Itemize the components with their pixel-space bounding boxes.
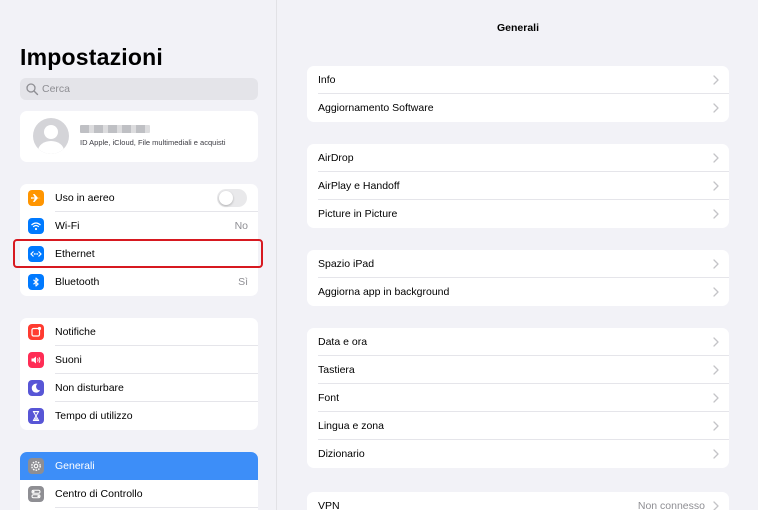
account-subtitle: ID Apple, iCloud, File multimediali e ac… <box>80 138 226 147</box>
chevron-right-icon <box>713 209 719 219</box>
chevron-right-icon <box>713 365 719 375</box>
settings-row-dizionario[interactable]: Dizionario <box>307 440 729 468</box>
account-name-redacted <box>80 125 150 133</box>
sidebar-item-do-not-disturb[interactable]: Non disturbare <box>20 374 258 402</box>
settings-row-label: Aggiornamento Software <box>318 102 434 114</box>
settings-row-label: AirPlay e Handoff <box>318 180 400 192</box>
chevron-right-icon <box>713 181 719 191</box>
settings-row-aggiornamento-software[interactable]: Aggiornamento Software <box>307 94 729 122</box>
search-icon <box>26 83 39 96</box>
settings-row-label: AirDrop <box>318 152 354 164</box>
general-group: Generali Centro di Controllo <box>20 452 258 510</box>
sidebar-item-label: Tempo di utilizzo <box>55 410 133 422</box>
sidebar-item-wifi[interactable]: Wi-Fi No <box>20 212 258 240</box>
wifi-status: No <box>234 220 248 232</box>
page-title: Impostazioni <box>20 44 163 70</box>
settings-row-lingua-e-zona[interactable]: Lingua e zona <box>307 412 729 440</box>
gear-icon <box>28 458 44 474</box>
settings-row-label: Dizionario <box>318 448 365 460</box>
chevron-right-icon <box>713 287 719 297</box>
settings-row-value: Non connesso <box>637 500 705 510</box>
settings-group: Spazio iPad Aggiorna app in background <box>307 250 729 306</box>
sidebar-item-general[interactable]: Generali <box>20 452 258 480</box>
divider <box>55 507 258 508</box>
settings-row-font[interactable]: Font <box>307 384 729 412</box>
sidebar-item-sounds[interactable]: Suoni <box>20 346 258 374</box>
settings-row-label: Aggiorna app in background <box>318 286 450 298</box>
chevron-right-icon <box>713 153 719 163</box>
chevron-right-icon <box>713 103 719 113</box>
person-icon <box>38 125 64 154</box>
notifications-icon <box>28 324 44 340</box>
sidebar-item-notifications[interactable]: Notifiche <box>20 318 258 346</box>
wifi-icon <box>28 218 44 234</box>
apple-id-card[interactable]: ID Apple, iCloud, File multimediali e ac… <box>20 111 258 162</box>
sidebar-item-screen-time[interactable]: Tempo di utilizzo <box>20 402 258 430</box>
search-input[interactable]: Cerca <box>20 78 258 100</box>
settings-row-airdrop[interactable]: AirDrop <box>307 144 729 172</box>
bluetooth-icon <box>28 274 44 290</box>
chevron-right-icon <box>713 259 719 269</box>
ethernet-highlight-box <box>13 239 263 268</box>
detail-title: Generali <box>496 22 540 34</box>
chevron-right-icon <box>713 449 719 459</box>
settings-row-vpn[interactable]: VPN Non connesso <box>307 492 729 510</box>
sidebar-item-label: Uso in aereo <box>55 192 115 204</box>
chevron-right-icon <box>713 393 719 403</box>
sidebar-item-label: Wi-Fi <box>55 220 80 232</box>
settings-row-picture-in-picture[interactable]: Picture in Picture <box>307 200 729 228</box>
settings-row-tastiera[interactable]: Tastiera <box>307 356 729 384</box>
sidebar-item-label: Bluetooth <box>55 276 100 288</box>
sidebar-item-label: Centro di Controllo <box>55 488 143 500</box>
sound-icon <box>28 352 44 368</box>
sidebar-item-label: Non disturbare <box>55 382 124 394</box>
sidebar: Impostazioni Cerca ID Apple, iCloud, Fil… <box>0 0 276 510</box>
settings-group: AirDrop AirPlay e Handoff Picture in Pictu… <box>307 144 729 228</box>
chevron-right-icon <box>713 501 719 510</box>
settings-row-airplay-e-handoff[interactable]: AirPlay e Handoff <box>307 172 729 200</box>
settings-row-label: Data e ora <box>318 336 368 348</box>
detail-pane: Generali Info Aggiornamento Software AirDr… <box>276 0 758 510</box>
settings-row-label: Lingua e zona <box>318 420 384 432</box>
settings-row-label: Tastiera <box>318 364 355 376</box>
settings-group: Info Aggiornamento Software <box>307 66 729 122</box>
settings-row-label: Info <box>318 74 336 86</box>
sidebar-item-airplane-mode[interactable]: Uso in aereo <box>20 184 258 212</box>
chevron-right-icon <box>713 75 719 85</box>
chevron-right-icon <box>713 421 719 431</box>
settings-row-label: Spazio iPad <box>318 258 375 270</box>
hourglass-icon <box>28 408 44 424</box>
settings-row-info[interactable]: Info <box>307 66 729 94</box>
settings-row-aggiorna-app-in-background[interactable]: Aggiorna app in background <box>307 278 729 306</box>
sidebar-item-label: Generali <box>55 460 95 472</box>
bluetooth-status: Sì <box>238 276 248 288</box>
settings-row-spazio-ipad[interactable]: Spazio iPad <box>307 250 729 278</box>
chevron-right-icon <box>713 337 719 347</box>
control-center-icon <box>28 486 44 502</box>
airplane-mode-toggle[interactable] <box>217 189 247 207</box>
sidebar-item-label: Notifiche <box>55 326 96 338</box>
airplane-icon <box>28 190 44 206</box>
search-placeholder: Cerca <box>42 83 71 95</box>
moon-icon <box>28 380 44 396</box>
sidebar-item-control-center[interactable]: Centro di Controllo <box>20 480 258 508</box>
settings-row-data-e-ora[interactable]: Data e ora <box>307 328 729 356</box>
settings-row-label: Font <box>318 392 340 404</box>
notifications-group: Notifiche Suoni Non disturbare Tempo di … <box>20 318 258 430</box>
settings-group: VPN Non connesso <box>307 492 729 510</box>
settings-group: Data e ora Tastiera Font Lingua e zona Dizio… <box>307 328 729 468</box>
settings-row-label: Picture in Picture <box>318 208 398 220</box>
sidebar-item-bluetooth[interactable]: Bluetooth Sì <box>20 268 258 296</box>
avatar <box>33 118 69 154</box>
settings-row-label: VPN <box>318 500 340 510</box>
sidebar-item-label: Suoni <box>55 354 82 366</box>
toggle-knob <box>219 191 233 205</box>
